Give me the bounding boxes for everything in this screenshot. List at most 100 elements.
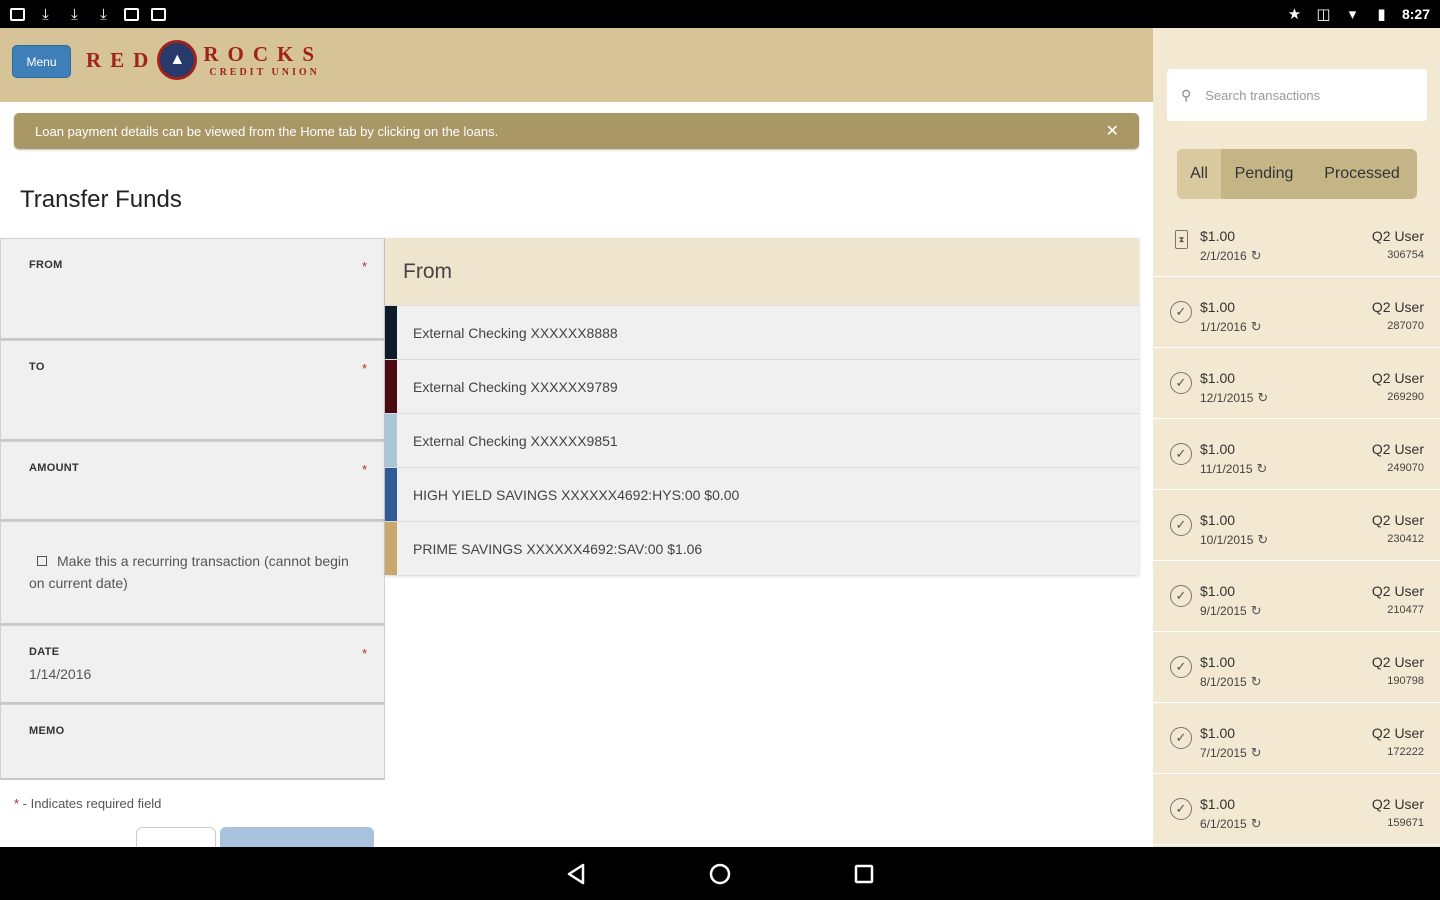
to-field[interactable]: TO *: [0, 340, 385, 441]
download-icon: ⤓: [42, 5, 49, 23]
transaction-date-wrap: 2/1/2016 ↻: [1200, 248, 1262, 264]
transaction-date-wrap: 6/1/2015 ↻: [1200, 816, 1262, 832]
transaction-date-wrap: 9/1/2015 ↻: [1200, 603, 1262, 619]
recents-icon[interactable]: [847, 857, 881, 891]
transaction-date-wrap: 12/1/2015 ↻: [1200, 390, 1268, 406]
account-option[interactable]: External Checking XXXXXX9851: [385, 413, 1139, 467]
check-circle-icon: ✓: [1170, 798, 1192, 820]
recurring-icon: ↻: [1250, 603, 1262, 618]
logo-subtitle: CREDIT UNION: [209, 67, 320, 78]
transaction-row[interactable]: ✓ $1.00 9/1/2015 ↻ Q2 User 210477: [1153, 561, 1440, 632]
page-title: Transfer Funds: [20, 186, 182, 213]
app-header: Menu RED ▲ ROCKS CREDIT UNION: [0, 28, 1153, 102]
account-label: External Checking XXXXXX9789: [413, 378, 618, 395]
to-label: TO: [29, 361, 45, 373]
back-icon[interactable]: [559, 857, 593, 891]
transaction-user: Q2 User: [1371, 725, 1424, 741]
account-color-bar: [385, 360, 397, 413]
transaction-id: 172222: [1387, 746, 1424, 758]
transaction-row[interactable]: ✓ $1.00 10/1/2015 ↻ Q2 User 230412: [1153, 490, 1440, 561]
clock: 8:27: [1401, 6, 1430, 22]
transaction-amount: $1.00: [1200, 725, 1236, 741]
account-option[interactable]: HIGH YIELD SAVINGS XXXXXX4692:HYS:00 $0.…: [385, 467, 1139, 521]
filter-all[interactable]: All: [1177, 149, 1221, 199]
transaction-id: 269290: [1387, 391, 1424, 403]
memo-label: MEMO: [29, 725, 65, 737]
hourglass-icon: ⧗: [1175, 230, 1188, 249]
required-note: * - Indicates required field: [14, 796, 161, 811]
transaction-id: 190798: [1387, 675, 1424, 687]
transaction-id: 159671: [1387, 817, 1424, 829]
recurring-icon: ↻: [1250, 319, 1262, 334]
home-icon[interactable]: [703, 857, 737, 891]
transaction-row[interactable]: ✓ $1.00 7/1/2015 ↻ Q2 User 172222: [1153, 703, 1440, 774]
account-option[interactable]: External Checking XXXXXX9789: [385, 359, 1139, 413]
recurring-icon: ↻: [1250, 248, 1262, 263]
transaction-row[interactable]: ✓ $1.00 1/1/2016 ↻ Q2 User 287070: [1153, 277, 1440, 348]
account-option[interactable]: External Checking XXXXXX8888: [385, 305, 1139, 359]
transaction-id: 287070: [1387, 320, 1424, 332]
transaction-id: 306754: [1387, 249, 1424, 261]
search-transactions-input[interactable]: ⚲ Search transactions: [1167, 69, 1427, 121]
transaction-date: 7/1/2015: [1200, 746, 1247, 760]
battery-icon: ▮: [1377, 5, 1386, 23]
transaction-user: Q2 User: [1371, 512, 1424, 528]
recurring-icon: ↻: [1256, 461, 1268, 476]
required-marker: *: [361, 361, 367, 376]
gallery-icon: [151, 7, 166, 21]
recurring-checkbox[interactable]: [37, 556, 47, 566]
recurring-field: Make this a recurring transaction (canno…: [0, 521, 385, 625]
account-label: External Checking XXXXXX9851: [413, 432, 618, 449]
transaction-id: 230412: [1387, 533, 1424, 545]
submit-button[interactable]: [220, 827, 374, 849]
from-field[interactable]: FROM *: [0, 238, 385, 340]
transaction-list: ⧗ $1.00 2/1/2016 ↻ Q2 User 306754 ✓ $1.00 1/1/20…: [1153, 206, 1440, 845]
transaction-amount: $1.00: [1200, 654, 1236, 670]
transaction-row[interactable]: ✓ $1.00 6/1/2015 ↻ Q2 User 159671: [1153, 774, 1440, 845]
recurring-label: Make this a recurring transaction (canno…: [29, 553, 349, 591]
transaction-user: Q2 User: [1371, 441, 1424, 457]
transaction-user: Q2 User: [1371, 796, 1424, 812]
info-banner-text: Loan payment details can be viewed from …: [35, 123, 499, 139]
account-option[interactable]: PRIME SAVINGS XXXXXX4692:SAV:00 $1.06: [385, 521, 1139, 575]
menu-button[interactable]: Menu: [12, 45, 71, 78]
transaction-id: 249070: [1387, 462, 1424, 474]
wifi-icon: ▾: [1348, 5, 1357, 23]
transaction-amount: $1.00: [1200, 370, 1236, 386]
camera-icon: [124, 7, 139, 21]
account-label: PRIME SAVINGS XXXXXX4692:SAV:00 $1.06: [413, 540, 703, 557]
brand-logo[interactable]: RED ▲ ROCKS CREDIT UNION: [86, 40, 323, 80]
recurring-icon: ↻: [1257, 390, 1269, 405]
filter-pending[interactable]: Pending: [1221, 149, 1307, 199]
transaction-user: Q2 User: [1371, 654, 1424, 670]
transaction-row[interactable]: ✓ $1.00 12/1/2015 ↻ Q2 User 269290: [1153, 348, 1440, 419]
logo-text-right: ROCKS: [203, 42, 324, 66]
amount-field[interactable]: AMOUNT *: [0, 441, 385, 521]
memo-field[interactable]: MEMO: [0, 704, 385, 780]
from-selector-title: From: [385, 238, 1139, 305]
recurring-option[interactable]: Make this a recurring transaction (canno…: [29, 550, 359, 594]
recurring-icon: ↻: [1250, 745, 1262, 760]
transaction-date-wrap: 1/1/2016 ↻: [1200, 319, 1262, 335]
cancel-button[interactable]: [136, 827, 216, 849]
status-bar-notifications: ⤓ ⤓ ⤓: [10, 7, 166, 22]
from-label: FROM: [29, 259, 63, 271]
transaction-amount: $1.00: [1200, 512, 1236, 528]
transaction-amount: $1.00: [1200, 299, 1236, 315]
transaction-row[interactable]: ✓ $1.00 8/1/2015 ↻ Q2 User 190798: [1153, 632, 1440, 703]
amount-label: AMOUNT: [29, 462, 80, 474]
transaction-date-wrap: 11/1/2015 ↻: [1200, 461, 1267, 477]
account-color-bar: [385, 468, 397, 521]
check-circle-icon: ✓: [1170, 514, 1192, 536]
close-icon[interactable]: ✕: [1106, 121, 1119, 141]
image-icon: [10, 7, 25, 21]
check-circle-icon: ✓: [1170, 301, 1192, 323]
transaction-row[interactable]: ⧗ $1.00 2/1/2016 ↻ Q2 User 306754: [1153, 206, 1440, 277]
transaction-row[interactable]: ✓ $1.00 11/1/2015 ↻ Q2 User 249070: [1153, 419, 1440, 490]
check-circle-icon: ✓: [1170, 656, 1192, 678]
from-account-selector: From External Checking XXXXXX8888 Externa…: [385, 238, 1139, 575]
transaction-date: 6/1/2015: [1200, 817, 1247, 831]
transfer-form: FROM * TO * AMOUNT * Make this a recurri…: [0, 238, 385, 780]
filter-processed[interactable]: Processed: [1307, 149, 1417, 199]
date-field[interactable]: DATE * 1/14/2016: [0, 625, 385, 704]
